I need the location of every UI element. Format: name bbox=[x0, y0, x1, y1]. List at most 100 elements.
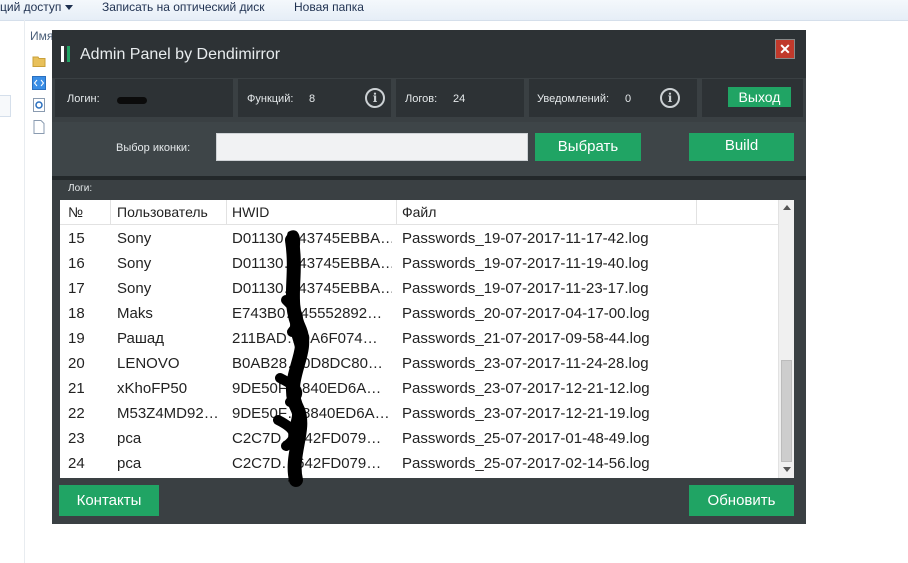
share-menu[interactable]: ций доступ bbox=[0, 0, 74, 14]
cell-file: Passwords_23-07-2017-12-21-19.log bbox=[402, 405, 650, 422]
functions-panel: Функций: 8 i bbox=[238, 79, 391, 117]
explorer-pane-divider bbox=[24, 20, 25, 563]
cell-number: 15 bbox=[68, 230, 85, 247]
table-row[interactable]: 18 Maks E743B0…45552892… Passwords_20-07-20… bbox=[60, 301, 778, 326]
logs-count-panel: Логов: 24 bbox=[396, 79, 524, 117]
logout-panel: Выход bbox=[702, 79, 803, 117]
folder-icon[interactable] bbox=[32, 54, 46, 68]
settings-file-icon[interactable] bbox=[32, 98, 46, 112]
column-header-file[interactable]: Файл bbox=[402, 204, 436, 220]
cell-number: 20 bbox=[68, 355, 85, 372]
cell-number: 19 bbox=[68, 330, 85, 347]
contacts-button[interactable]: Контакты bbox=[59, 485, 159, 516]
chevron-down-icon bbox=[65, 5, 74, 11]
vertical-scrollbar[interactable] bbox=[778, 200, 794, 478]
table-row[interactable]: 17 Sony D01130…43745EBBA… Passwords_19-07-2… bbox=[60, 276, 778, 301]
column-divider[interactable] bbox=[396, 200, 397, 224]
column-divider[interactable] bbox=[696, 200, 697, 224]
cell-number: 22 bbox=[68, 405, 85, 422]
cell-number: 23 bbox=[68, 430, 85, 447]
cell-hwid: 9DE50F…840ED6A… bbox=[232, 380, 382, 397]
cell-hwid: D01130…43745EBBA… bbox=[232, 255, 392, 272]
title-bar[interactable]: Admin Panel by Dendimirror ✕ bbox=[52, 30, 806, 78]
app-logo-icon bbox=[61, 46, 70, 62]
logs-section-label: Логи: bbox=[68, 183, 93, 194]
notifications-value: 0 bbox=[625, 93, 632, 105]
cell-hwid: D01130…43745EBBA… bbox=[232, 230, 392, 247]
cell-user: pca bbox=[117, 430, 142, 447]
cell-number: 17 bbox=[68, 280, 85, 297]
logs-table[interactable]: № Пользователь HWID Файл 15 Sony D01130…43… bbox=[60, 200, 794, 478]
table-row[interactable]: 24 pca C2C7D…642FD079… Passwords_25-07-2017… bbox=[60, 451, 778, 476]
cell-file: Passwords_23-07-2017-12-21-12.log bbox=[402, 380, 650, 397]
share-menu-label: ций доступ bbox=[0, 0, 62, 14]
table-row[interactable]: 16 Sony D01130…43745EBBA… Passwords_19-07-2… bbox=[60, 251, 778, 276]
scrollbar-thumb[interactable] bbox=[781, 360, 792, 462]
functions-value: 8 bbox=[309, 93, 316, 105]
explorer-toolbar: ций доступ Записать на оптический диск Н… bbox=[0, 0, 908, 21]
cell-hwid: C2C7D…642FD079… bbox=[232, 430, 382, 447]
login-panel: Логин: bbox=[55, 79, 233, 117]
cell-number: 18 bbox=[68, 305, 85, 322]
cell-user: Sony bbox=[117, 280, 152, 297]
cell-file: Passwords_20-07-2017-04-17-00.log bbox=[402, 305, 650, 322]
cell-file: Passwords_19-07-2017-11-19-40.log bbox=[402, 255, 649, 272]
info-icon[interactable]: i bbox=[660, 88, 680, 108]
info-icon[interactable]: i bbox=[365, 88, 385, 108]
cell-user: Рашад bbox=[117, 330, 164, 347]
explorer-column-name[interactable]: Имя bbox=[30, 29, 53, 43]
cell-number: 24 bbox=[68, 455, 85, 472]
column-header-number[interactable]: № bbox=[68, 204, 83, 220]
logout-button[interactable]: Выход bbox=[728, 87, 791, 107]
code-file-icon[interactable] bbox=[32, 76, 46, 90]
icon-path-input[interactable] bbox=[216, 133, 528, 161]
table-row[interactable]: 22 M53Z4MD92… 9DE50F…8840ED6A… Passwords_23… bbox=[60, 401, 778, 426]
logs-count-label: Логов: bbox=[405, 93, 438, 105]
cell-file: Passwords_23-07-2017-11-24-28.log bbox=[402, 355, 649, 372]
column-divider[interactable] bbox=[226, 200, 227, 224]
build-button[interactable]: Build bbox=[689, 133, 794, 161]
cell-user: M53Z4MD92… bbox=[117, 405, 219, 422]
new-folder-button[interactable]: Новая папка bbox=[294, 0, 364, 14]
table-row[interactable]: 19 Рашад 211BAD…9A6F074… Passwords_21-07-20… bbox=[60, 326, 778, 351]
close-button[interactable]: ✕ bbox=[775, 39, 795, 59]
column-header-hwid[interactable]: HWID bbox=[232, 204, 269, 220]
section-divider bbox=[52, 176, 806, 180]
notifications-panel: Уведомлений: 0 i bbox=[529, 79, 697, 117]
column-divider[interactable] bbox=[110, 200, 111, 224]
cell-user: LENOVO bbox=[117, 355, 180, 372]
choose-icon-button[interactable]: Выбрать bbox=[535, 133, 641, 161]
table-header: № Пользователь HWID Файл bbox=[60, 200, 778, 225]
table-row[interactable]: 20 LENOVO B0AB28…0D8DC80… Passwords_23-07-2… bbox=[60, 351, 778, 376]
admin-panel-window: Admin Panel by Dendimirror ✕ Логин: Функ… bbox=[52, 30, 806, 524]
burn-disc-button[interactable]: Записать на оптический диск bbox=[102, 0, 265, 14]
cell-hwid: D01130…43745EBBA… bbox=[232, 280, 392, 297]
cell-user: Maks bbox=[117, 305, 153, 322]
cell-hwid: E743B0…45552892… bbox=[232, 305, 383, 322]
window-title: Admin Panel by Dendimirror bbox=[80, 46, 281, 63]
scroll-up-icon[interactable] bbox=[783, 205, 791, 210]
table-row[interactable]: 15 Sony D01130…43745EBBA… Passwords_19-07-2… bbox=[60, 226, 778, 251]
cell-number: 21 bbox=[68, 380, 85, 397]
explorer-nav-tab[interactable] bbox=[0, 95, 11, 117]
scroll-down-icon[interactable] bbox=[783, 467, 791, 472]
cell-hwid: 9DE50F…8840ED6A… bbox=[232, 405, 390, 422]
icon-select-label: Выбор иконки: bbox=[116, 142, 191, 154]
cell-user: Sony bbox=[117, 255, 152, 272]
refresh-button[interactable]: Обновить bbox=[689, 485, 794, 516]
column-header-user[interactable]: Пользователь bbox=[117, 204, 208, 220]
cell-user: pca bbox=[117, 455, 142, 472]
cell-file: Passwords_19-07-2017-11-23-17.log bbox=[402, 280, 649, 297]
cell-file: Passwords_19-07-2017-11-17-42.log bbox=[402, 230, 649, 247]
file-icon[interactable] bbox=[32, 120, 46, 134]
table-row[interactable]: 21 xKhoFP50 9DE50F…840ED6A… Passwords_23-07… bbox=[60, 376, 778, 401]
cell-hwid: 211BAD…9A6F074… bbox=[232, 330, 378, 347]
login-redaction bbox=[117, 97, 147, 104]
login-label: Логин: bbox=[67, 93, 100, 105]
cell-user: Sony bbox=[117, 230, 152, 247]
functions-label: Функций: bbox=[247, 93, 294, 105]
cell-hwid: B0AB28…0D8DC80… bbox=[232, 355, 383, 372]
notifications-label: Уведомлений: bbox=[537, 93, 610, 105]
table-row[interactable]: 23 pca C2C7D…642FD079… Passwords_25-07-2017… bbox=[60, 426, 778, 451]
builder-panel: Выбор иконки: Выбрать Build bbox=[52, 122, 806, 176]
